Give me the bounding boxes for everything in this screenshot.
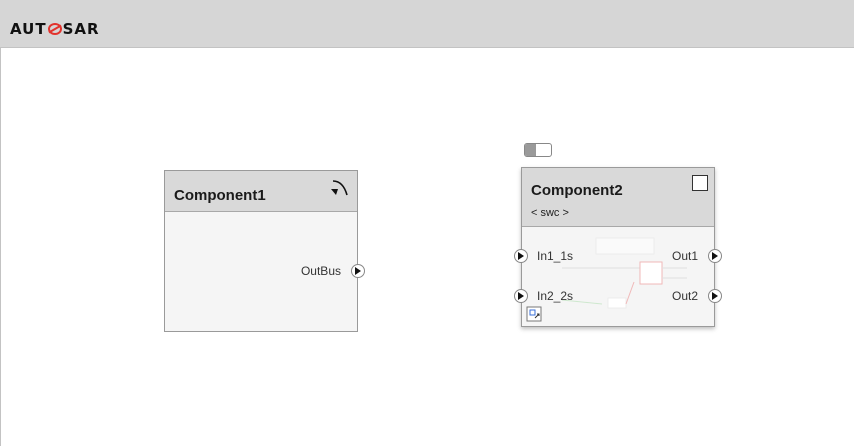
component2-header: Component2 < swc >	[522, 168, 714, 227]
logo-o-icon	[47, 23, 62, 35]
out2-port-label: Out2	[671, 289, 698, 303]
outbus-port[interactable]	[351, 264, 365, 278]
diagram-canvas[interactable]	[0, 48, 854, 446]
component1-block[interactable]: Component1 OutBus	[164, 170, 365, 332]
in2-port[interactable]	[514, 289, 528, 303]
toggle-indicator[interactable]	[524, 143, 552, 157]
component2-block[interactable]: Component2 < swc > In1_1s Out1 In2_2s Ou…	[514, 167, 722, 327]
in2-port-label: In2_2s	[537, 289, 574, 303]
autosar-logo: AUT SAR	[10, 20, 100, 38]
component2-stereotype: < swc >	[531, 207, 569, 219]
subsystem-link-icon[interactable]	[526, 306, 542, 322]
arrow-curve-icon	[331, 180, 348, 196]
header-bar: AUT SAR	[0, 0, 854, 48]
outbus-port-label: OutBus	[300, 264, 341, 278]
out1-port[interactable]	[708, 249, 722, 263]
in1-port[interactable]	[514, 249, 528, 263]
logo-text-left: AUT	[10, 20, 47, 38]
out1-port-label: Out1	[671, 249, 698, 263]
component2-title: Component2	[531, 182, 623, 199]
square-icon	[692, 175, 708, 191]
component1-header: Component1	[165, 171, 357, 212]
in1-port-label: In1_1s	[537, 249, 574, 263]
component1-title: Component1	[174, 187, 266, 204]
out2-port[interactable]	[708, 289, 722, 303]
logo-text-right: SAR	[62, 20, 100, 38]
